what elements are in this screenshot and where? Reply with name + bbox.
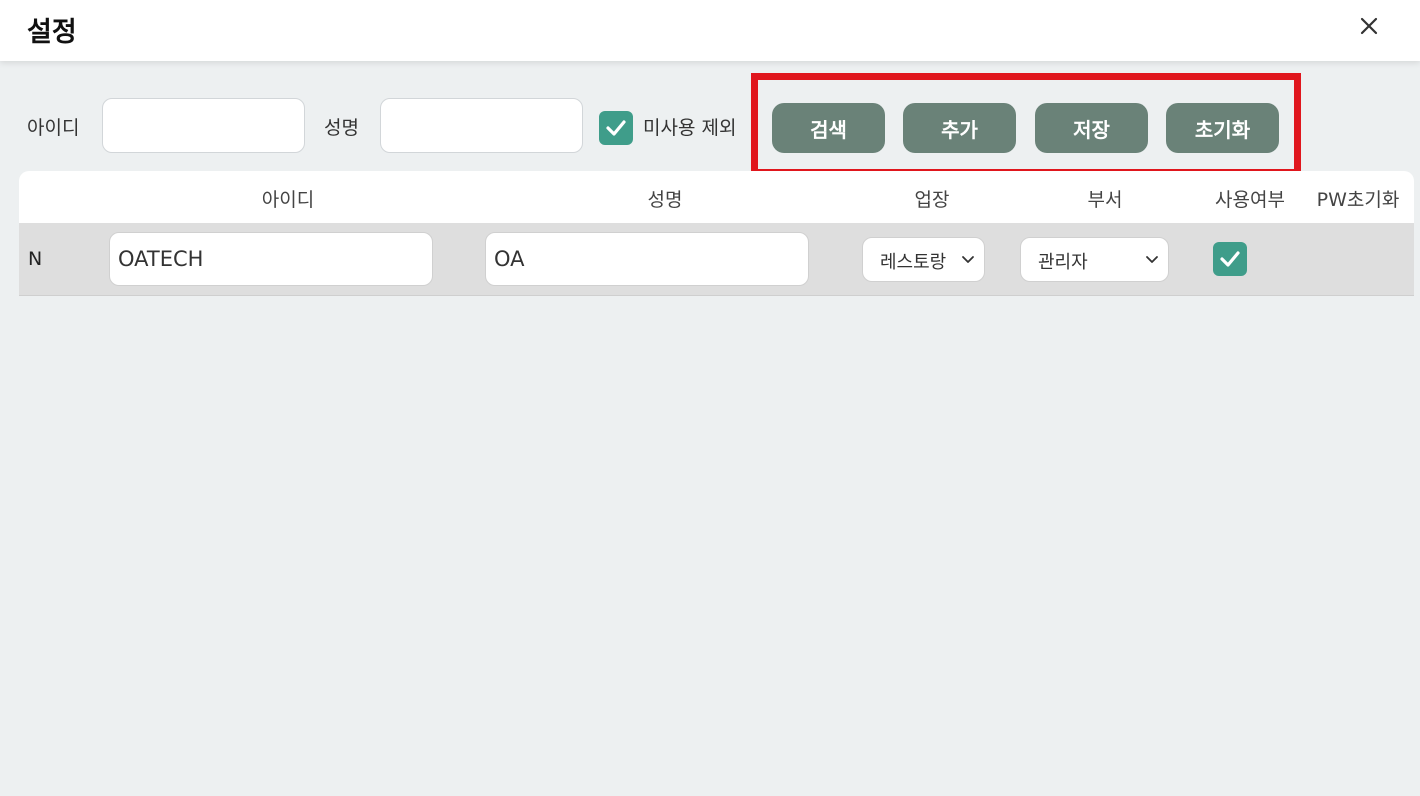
row-workplace-select[interactable]: 레스토랑	[862, 237, 985, 282]
check-icon	[1220, 251, 1240, 267]
exclude-unused-checkbox[interactable]	[599, 111, 633, 145]
reset-button[interactable]: 초기화	[1166, 103, 1279, 153]
row-in-use-checkbox[interactable]	[1213, 242, 1247, 276]
add-button[interactable]: 추가	[903, 103, 1016, 153]
workplace-select-value: 레스토랑	[880, 252, 947, 273]
table-row: N 레스토랑 관리자	[19, 223, 1414, 296]
column-header-in-use: 사용여부	[1215, 189, 1285, 211]
close-icon	[1360, 17, 1378, 35]
column-header-id: 아이디	[261, 189, 315, 211]
column-header-pw-reset: PW초기화	[1316, 189, 1400, 211]
check-icon	[606, 120, 626, 136]
row-department-select[interactable]: 관리자	[1020, 237, 1169, 282]
name-filter-input[interactable]	[380, 98, 583, 153]
dialog-title: 설정	[27, 17, 77, 48]
search-button[interactable]: 검색	[772, 103, 885, 153]
department-select-value: 관리자	[1038, 252, 1088, 273]
row-name-input[interactable]	[485, 232, 809, 286]
id-filter-label: 아이디	[27, 117, 80, 139]
chevron-down-icon	[1146, 256, 1158, 263]
table-header: 아이디 성명 업장 부서 사용여부 PW초기화	[19, 171, 1414, 223]
name-filter-label: 성명	[324, 117, 359, 139]
close-button[interactable]	[1354, 12, 1384, 42]
save-button[interactable]: 저장	[1035, 103, 1148, 153]
exclude-unused-label: 미사용 제외	[643, 117, 737, 139]
column-header-department: 부서	[1087, 189, 1123, 211]
column-header-name: 성명	[647, 189, 683, 211]
chevron-down-icon	[962, 256, 974, 263]
row-status-flag: N	[28, 248, 43, 270]
id-filter-input[interactable]	[102, 98, 305, 153]
row-id-input[interactable]	[109, 232, 433, 286]
column-header-workplace: 업장	[914, 189, 950, 211]
dialog-header: 설정	[0, 0, 1420, 61]
